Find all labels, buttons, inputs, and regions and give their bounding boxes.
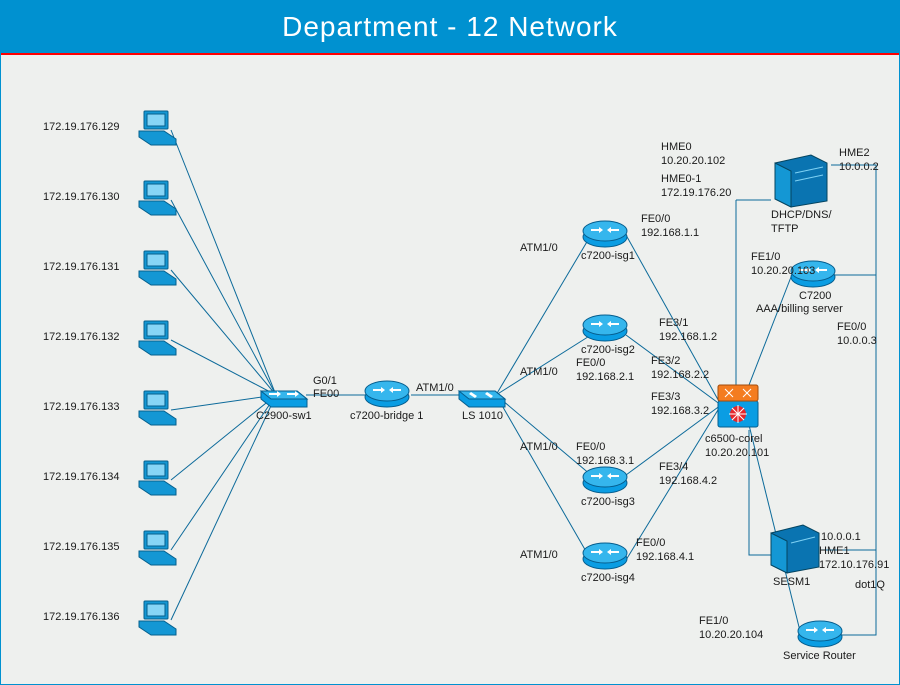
- device-label-c6500: c6500-corel: [705, 433, 762, 447]
- diagram-canvas: Department - 12 Network: [0, 0, 900, 685]
- link-label: ATM1/0: [520, 366, 558, 380]
- workstation-ip: 172.19.176.136: [43, 611, 119, 625]
- server-icon: [771, 153, 831, 213]
- link-label: FE0/0 10.0.0.3: [837, 321, 877, 349]
- workstation-icon: [136, 249, 178, 292]
- router-icon: [581, 219, 629, 254]
- router-icon: [581, 465, 629, 500]
- router-icon: [581, 541, 629, 576]
- workstation-ip: 172.19.176.129: [43, 121, 119, 135]
- device-label-ls1010: LS 1010: [462, 410, 503, 424]
- link-label: ATM1/0: [520, 242, 558, 256]
- workstation-icon: [136, 319, 178, 362]
- link-label: FE3/2 192.168.2.2: [651, 355, 709, 383]
- link-label: FE3/3 192.168.3.2: [651, 391, 709, 419]
- device-label-isg2: c7200-isg2: [581, 344, 635, 358]
- link-label: FE3/1 192.168.1.2: [659, 317, 717, 345]
- router-icon: [581, 313, 629, 348]
- workstation-ip: 172.19.176.132: [43, 331, 119, 345]
- workstation-ip: 172.19.176.134: [43, 471, 119, 485]
- link-label: G0/1: [313, 375, 337, 389]
- device-label-bridge: c7200-bridge 1: [350, 410, 423, 424]
- link-label: FE3/4 192.168.4.2: [659, 461, 717, 489]
- link-label: FE0/0 192.168.1.1: [641, 213, 699, 241]
- link-label: FE00: [313, 388, 339, 402]
- link-label: 10.0.0.1: [821, 531, 861, 545]
- device-label-dhcp: DHCP/DNS/ TFTP: [771, 209, 832, 237]
- title-bar: Department - 12 Network: [1, 1, 899, 55]
- device-sub-aaa: AAA/billing server: [756, 303, 843, 317]
- device-label-isg1: c7200-isg1: [581, 250, 635, 264]
- workstation-ip: 172.19.176.135: [43, 541, 119, 555]
- device-ip-c6500: 10.20.20.101: [705, 447, 769, 461]
- server-icon: [767, 523, 823, 580]
- device-label-c7200aaa: C7200: [799, 290, 831, 304]
- workstation-icon: [136, 109, 178, 152]
- link-label: ATM1/0: [520, 441, 558, 455]
- link-label: HME2 10.0.0.2: [839, 147, 879, 175]
- link-label: HME1 172.10.176.91: [819, 545, 889, 573]
- workstation-icon: [136, 459, 178, 502]
- workstation-icon: [136, 529, 178, 572]
- workstation-ip: 172.19.176.133: [43, 401, 119, 415]
- link-label: FE0/0 192.168.2.1: [576, 357, 634, 385]
- workstation-icon: [136, 599, 178, 642]
- switch-icon: [259, 379, 309, 414]
- link-label: ATM1/0: [520, 549, 558, 563]
- device-label-isg4: c7200-isg4: [581, 572, 635, 586]
- device-label-c2900: C2900-sw1: [256, 410, 312, 424]
- link-label: HME0-1 172.19.176.20: [661, 173, 731, 201]
- link-label: FE0/0 192.168.3.1: [576, 441, 634, 469]
- router-icon: [796, 619, 844, 654]
- device-label-service-router: Service Router: [783, 650, 856, 664]
- link-label: dot1Q: [855, 579, 885, 593]
- workstation-icon: [136, 179, 178, 222]
- link-label: FE1/0 10.20.20.104: [699, 615, 763, 643]
- link-label: HME0 10.20.20.102: [661, 141, 725, 169]
- core-switch-icon: [713, 381, 763, 436]
- link-label: FE1/0 10.20.20.103: [751, 251, 815, 279]
- link-label: ATM1/0: [416, 382, 454, 396]
- device-label-isg3: c7200-isg3: [581, 496, 635, 510]
- workstation-ip: 172.19.176.131: [43, 261, 119, 275]
- link-label: FE0/0 192.168.4.1: [636, 537, 694, 565]
- page-title: Department - 12 Network: [282, 11, 618, 43]
- device-label-sesm1: SESM1: [773, 576, 810, 590]
- router-icon: [363, 379, 411, 414]
- workstation-icon: [136, 389, 178, 432]
- workstation-ip: 172.19.176.130: [43, 191, 119, 205]
- switch-icon: [457, 379, 507, 414]
